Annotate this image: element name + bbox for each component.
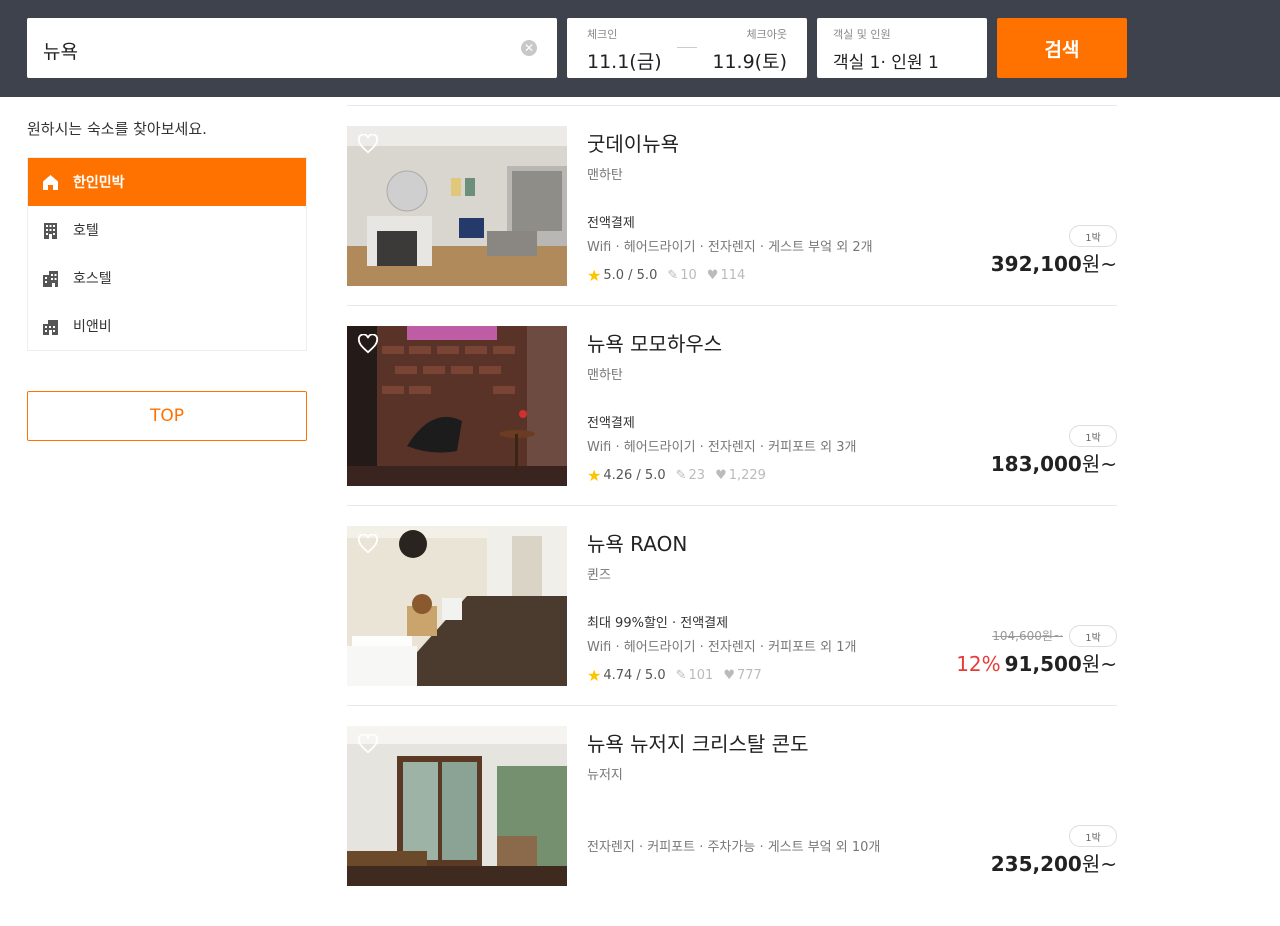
price-value: 91,500 — [1004, 652, 1082, 676]
listing-region: 맨하탄 — [587, 368, 623, 383]
like-count: 777 — [737, 668, 762, 683]
search-header: 뉴욕 ✕ 체크인 체크아웃 11.1(금) 11.9(토) 객실 및 인원 객실… — [0, 0, 1280, 97]
listing-amenities: Wifi · 헤어드라이기 · 전자렌지 · 게스트 부엌 외 2개 — [587, 240, 873, 255]
house-building-icon — [42, 318, 59, 335]
scroll-top-button[interactable]: TOP — [27, 391, 307, 441]
original-price: 104,600원~ — [992, 629, 1063, 643]
listing-photo[interactable] — [347, 526, 567, 686]
heart-small-icon: ♥ — [706, 268, 719, 283]
listing-name[interactable]: 굿데이뉴욕 — [587, 128, 679, 157]
price-suffix: 원~ — [1081, 652, 1117, 676]
listing-price: 235,200원~ — [991, 848, 1117, 877]
listing-amenities: 전자렌지 · 커피포트 · 주차가능 · 게스트 부엌 외 10개 — [587, 840, 881, 855]
guests-label: 객실 및 인원 — [833, 28, 891, 41]
category-item-minbak[interactable]: 한인민박 — [28, 158, 306, 206]
heart-small-icon: ♥ — [723, 668, 735, 683]
divider — [347, 705, 1117, 706]
price-suffix: 원~ — [1081, 852, 1117, 876]
checkout-value[interactable]: 11.9(토) — [712, 47, 787, 74]
listing-badges: 최대 99%할인 · 전액결제 — [587, 616, 729, 631]
checkout-label: 체크아웃 — [746, 28, 787, 41]
price-suffix: 원~ — [1081, 452, 1117, 476]
nights-badge: 1박 — [1069, 825, 1117, 847]
home-icon — [42, 174, 59, 191]
review-count: 23 — [688, 468, 706, 483]
listing-amenities: Wifi · 헤어드라이기 · 전자렌지 · 커피포트 외 1개 — [587, 640, 857, 655]
price-suffix: 원~ — [1081, 252, 1117, 276]
listing-stats: ★ 5.0 / 5.0 ✎ 10 ♥ 114 — [587, 266, 745, 285]
nights-badge: 1박 — [1069, 225, 1117, 247]
listing-card[interactable]: 뉴욕 모모하우스 맨하탄 전액결제 Wifi · 헤어드라이기 · 전자렌지 ·… — [347, 326, 1117, 526]
category-item-hostel[interactable]: 호스텔 — [28, 254, 306, 302]
star-icon: ★ — [587, 466, 602, 485]
category-item-bnb[interactable]: 비앤비 — [28, 302, 306, 350]
rating-text: 4.26 / 5.0 — [603, 468, 666, 483]
listing-card[interactable]: 굿데이뉴욕 맨하탄 전액결제 Wifi · 헤어드라이기 · 전자렌지 · 게스… — [347, 126, 1117, 326]
pencil-icon: ✎ — [675, 668, 687, 683]
listing-region: 퀸즈 — [587, 568, 611, 583]
price-value: 392,100 — [990, 252, 1082, 276]
category-list: 한인민박 호텔 호스텔 비앤비 — [27, 157, 307, 351]
listing-price: 12% 91,500원~ — [956, 648, 1117, 677]
sidebar-hint: 원하시는 숙소를 찾아보세요. — [27, 120, 207, 138]
heart-small-icon: ♥ — [715, 468, 727, 483]
pencil-icon: ✎ — [667, 268, 679, 283]
listing-price: 183,000원~ — [991, 448, 1117, 477]
category-label: 비앤비 — [73, 319, 112, 335]
divider — [347, 105, 1117, 106]
listing-photo[interactable] — [347, 726, 567, 886]
listing-name[interactable]: 뉴욕 뉴저지 크리스탈 콘도 — [587, 728, 808, 757]
listing-stats: ★ 4.26 / 5.0 ✎ 23 ♥ 1,229 — [587, 466, 766, 485]
star-icon: ★ — [587, 666, 602, 685]
review-count: 10 — [680, 268, 697, 283]
pencil-icon: ✎ — [675, 468, 687, 483]
search-query-text[interactable]: 뉴욕 — [43, 37, 78, 64]
discount-rate: 12% — [956, 652, 1001, 676]
review-count: 101 — [688, 668, 714, 683]
date-picker[interactable]: 체크인 체크아웃 11.1(금) 11.9(토) — [567, 18, 807, 78]
checkin-label: 체크인 — [587, 28, 618, 41]
listing-badges: 전액결제 — [587, 216, 635, 231]
destination-search-input[interactable]: 뉴욕 ✕ — [27, 18, 557, 78]
search-button[interactable]: 검색 — [997, 18, 1127, 78]
listing-card[interactable]: 뉴욕 뉴저지 크리스탈 콘도 뉴저지 전자렌지 · 커피포트 · 주차가능 · … — [347, 726, 1117, 926]
price-value: 235,200 — [990, 852, 1082, 876]
listing-card[interactable]: 뉴욕 RAON 퀸즈 최대 99%할인 · 전액결제 Wifi · 헤어드라이기… — [347, 526, 1117, 726]
listing-name[interactable]: 뉴욕 모모하우스 — [587, 328, 722, 357]
listing-badges: 전액결제 — [587, 416, 635, 431]
category-label: 호스텔 — [73, 271, 112, 287]
divider — [347, 305, 1117, 306]
category-label: 한인민박 — [73, 175, 125, 191]
checkin-value[interactable]: 11.1(금) — [587, 47, 662, 74]
star-icon: ★ — [587, 266, 602, 285]
nights-badge: 1박 — [1069, 625, 1117, 647]
heart-icon[interactable] — [357, 334, 379, 354]
listing-photo[interactable] — [347, 126, 567, 286]
listing-photo[interactable] — [347, 326, 567, 486]
listing-stats: ★ 4.74 / 5.0 ✎ 101 ♥ 777 — [587, 666, 762, 685]
price-value: 183,000 — [990, 452, 1082, 476]
listing-name[interactable]: 뉴욕 RAON — [587, 528, 687, 557]
rating-text: 5.0 / 5.0 — [603, 268, 658, 283]
listing-region: 뉴저지 — [587, 768, 623, 783]
clear-icon[interactable]: ✕ — [521, 40, 537, 56]
category-label: 호텔 — [73, 223, 99, 239]
category-item-hotel[interactable]: 호텔 — [28, 206, 306, 254]
listing-amenities: Wifi · 헤어드라이기 · 전자렌지 · 커피포트 외 3개 — [587, 440, 857, 455]
city-building-icon — [42, 270, 59, 287]
like-count: 114 — [720, 268, 746, 283]
like-count: 1,229 — [728, 468, 766, 483]
date-separator — [677, 47, 697, 48]
building-icon — [42, 222, 59, 239]
listing-region: 맨하탄 — [587, 168, 623, 183]
heart-icon[interactable] — [357, 734, 379, 754]
nights-badge: 1박 — [1069, 425, 1117, 447]
rating-text: 4.74 / 5.0 — [603, 668, 666, 683]
divider — [347, 505, 1117, 506]
guest-selector[interactable]: 객실 및 인원 객실 1· 인원 1 — [817, 18, 987, 78]
heart-icon[interactable] — [357, 534, 379, 554]
listing-price: 392,100원~ — [991, 248, 1117, 277]
heart-icon[interactable] — [357, 134, 379, 154]
guests-value[interactable]: 객실 1· 인원 1 — [833, 48, 939, 73]
